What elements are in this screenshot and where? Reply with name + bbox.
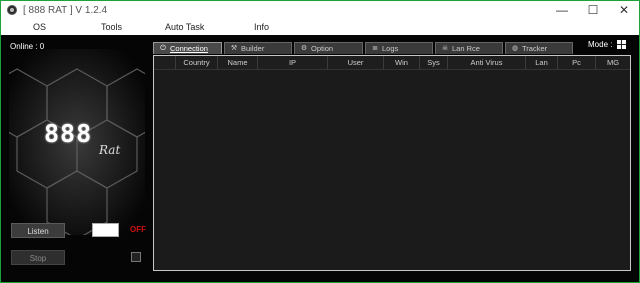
tab-label: Lan Rce	[452, 44, 480, 53]
column-header-ip[interactable]: IP	[258, 56, 328, 69]
table-header: Country Name IP User Win Sys Anti Virus …	[154, 56, 630, 70]
column-header-lan[interactable]: Lan	[526, 56, 558, 69]
maximize-button[interactable]: ☐	[578, 1, 608, 20]
skull-icon: ☠	[441, 45, 449, 52]
plug-icon: ⏻	[160, 45, 166, 52]
menu-tools[interactable]: Tools	[101, 22, 122, 32]
column-header-anti-virus[interactable]: Anti Virus	[448, 56, 526, 69]
connections-table[interactable]: Country Name IP User Win Sys Anti Virus …	[153, 55, 631, 271]
status-badge: OFF	[130, 225, 146, 234]
mode-label: Mode :	[588, 40, 613, 49]
menu-auto-task[interactable]: Auto Task	[165, 22, 204, 32]
menu-os[interactable]: OS	[33, 22, 46, 32]
tab-label: Option	[311, 44, 334, 53]
column-header-sys[interactable]: Sys	[420, 56, 448, 69]
close-button[interactable]: ✕	[609, 1, 639, 20]
gear-icon: ⚙	[300, 45, 308, 52]
tab-tracker[interactable]: ◍ Tracker	[505, 42, 573, 54]
tab-logs[interactable]: ≣ Logs	[365, 42, 433, 54]
title-bar: [ 888 RAT ] V 1.2.4 — ☐ ✕	[1, 1, 639, 20]
tab-builder[interactable]: ⚒ Builder	[224, 42, 292, 54]
main-area: Online : 0 888 Rat Listen OFF Stop Mode …	[1, 35, 639, 282]
column-header-mg[interactable]: MG	[596, 56, 630, 69]
tab-lan-rce[interactable]: ☠ Lan Rce	[435, 42, 503, 54]
stop-button[interactable]: Stop	[11, 250, 65, 265]
tab-label: Tracker	[522, 44, 548, 53]
column-header-select[interactable]	[154, 56, 176, 69]
logo-rat: Rat	[99, 143, 121, 157]
port-input[interactable]	[92, 223, 119, 237]
tab-bar: ⏻ Connection ⚒ Builder ⚙ Option ≣ Logs ☠…	[153, 42, 573, 54]
logo-888: 888	[44, 119, 93, 148]
menu-bar: OS Tools Auto Task Info	[1, 20, 639, 35]
listen-button[interactable]: Listen	[11, 223, 65, 238]
column-header-user[interactable]: User	[328, 56, 384, 69]
tab-label: Logs	[382, 44, 399, 53]
column-header-name[interactable]: Name	[218, 56, 258, 69]
app-window: [ 888 RAT ] V 1.2.4 — ☐ ✕ OS Tools Auto …	[0, 0, 640, 283]
tab-label: Connection	[170, 44, 208, 53]
tab-option[interactable]: ⚙ Option	[294, 42, 363, 54]
windows-icon[interactable]	[617, 40, 626, 49]
app-icon	[7, 5, 17, 15]
tab-connection[interactable]: ⏻ Connection	[153, 42, 222, 54]
tab-label: Builder	[241, 44, 265, 53]
tools-icon: ⚒	[230, 45, 238, 52]
window-title: [ 888 RAT ] V 1.2.4	[23, 5, 108, 16]
menu-info[interactable]: Info	[254, 22, 269, 32]
column-header-pc[interactable]: Pc	[558, 56, 596, 69]
minimize-button[interactable]: —	[547, 1, 577, 20]
file-icon: ≣	[372, 45, 378, 52]
column-header-win[interactable]: Win	[384, 56, 420, 69]
option-checkbox[interactable]	[131, 252, 141, 262]
globe-icon: ◍	[511, 45, 519, 52]
column-header-country[interactable]: Country	[176, 56, 218, 69]
